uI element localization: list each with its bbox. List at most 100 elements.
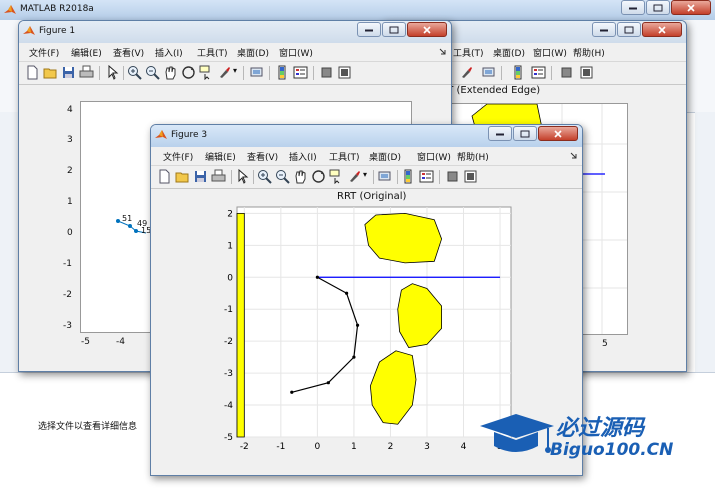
figure1-menu-tools[interactable]: 工具(T)	[197, 46, 228, 59]
figure1-minimize-button[interactable]	[357, 22, 381, 37]
figure1-menu-window[interactable]: 窗口(W)	[279, 46, 313, 59]
figure1-ytick: -1	[63, 259, 72, 269]
y-tick-label: -1	[224, 305, 233, 315]
figure2-maximize-button[interactable]	[617, 22, 641, 37]
figure3-titlebar[interactable]: Figure 3	[151, 125, 582, 147]
brush-dropdown-icon[interactable]: ▾	[233, 66, 237, 75]
pan-icon[interactable]	[293, 169, 308, 184]
figure3-maximize-button[interactable]	[513, 126, 537, 141]
figure1-menu-file[interactable]: 文件(F)	[29, 46, 59, 59]
figure2-minimize-button[interactable]	[592, 22, 616, 37]
open-file-icon[interactable]	[175, 169, 190, 184]
hide-plot-tools-icon[interactable]	[559, 65, 574, 80]
figure3-menu-insert[interactable]: 插入(I)	[289, 150, 317, 163]
pan-icon[interactable]	[163, 65, 178, 80]
zoom-out-icon[interactable]	[145, 65, 160, 80]
figure1-maximize-button[interactable]	[382, 22, 406, 37]
figure1-menu-desktop[interactable]: 桌面(D)	[237, 46, 269, 59]
colorbar-icon[interactable]	[275, 65, 290, 80]
figure3-menu-help[interactable]: 帮助(H)	[457, 150, 489, 163]
maximize-icon	[624, 26, 634, 33]
edit-plot-icon[interactable]	[235, 169, 250, 184]
file-info-text: 选择文件以查看详细信息	[38, 422, 138, 432]
print-icon[interactable]	[211, 169, 226, 184]
toolbar-separator	[99, 66, 100, 80]
matlab-titlebar[interactable]: MATLAB R2018a	[0, 0, 715, 20]
new-figure-icon[interactable]	[157, 169, 172, 184]
toolbar-separator	[123, 66, 124, 80]
toolbar-separator	[269, 66, 270, 80]
matlab-maximize-button[interactable]	[646, 0, 670, 15]
matlab-close-button[interactable]	[671, 0, 711, 15]
brush-icon[interactable]	[217, 65, 232, 80]
figure3-menu-edit[interactable]: 编辑(E)	[205, 150, 236, 163]
colorbar-icon[interactable]	[511, 65, 526, 80]
figure2-close-button[interactable]	[642, 22, 682, 37]
edit-plot-icon[interactable]	[105, 65, 120, 80]
toolbar-separator	[373, 170, 374, 184]
figure2-menu-tools[interactable]: 工具(T)	[453, 46, 484, 59]
zoom-out-icon[interactable]	[275, 169, 290, 184]
new-figure-icon[interactable]	[25, 65, 40, 80]
figure2-menu-window[interactable]: 窗口(W)	[533, 46, 567, 59]
figure3-menu-tools[interactable]: 工具(T)	[329, 150, 360, 163]
figure1-ytick: 3	[67, 135, 73, 145]
figure1-ytick: 1	[67, 197, 73, 207]
rotate-3d-icon[interactable]	[311, 169, 326, 184]
hide-plot-tools-icon[interactable]	[445, 169, 460, 184]
rotate-3d-icon[interactable]	[181, 65, 196, 80]
figure1-xtick: -4	[116, 337, 125, 347]
figure3-minimize-button[interactable]	[488, 126, 512, 141]
save-figure-icon[interactable]	[193, 169, 208, 184]
show-plot-tools-icon[interactable]	[463, 169, 478, 184]
matlab-minimize-button[interactable]	[621, 0, 645, 15]
brush-icon[interactable]	[459, 65, 474, 80]
figure2-menu-help[interactable]: 帮助(H)	[573, 46, 605, 59]
figure1-menubar: 文件(F) 编辑(E) 查看(V) 插入(I) 工具(T) 桌面(D) 窗口(W…	[19, 43, 451, 62]
watermark-url: Biguo100.CN	[550, 440, 674, 460]
open-file-icon[interactable]	[43, 65, 58, 80]
print-icon[interactable]	[79, 65, 94, 80]
link-plot-icon[interactable]	[377, 169, 392, 184]
figure1-close-button[interactable]	[407, 22, 447, 37]
legend-icon[interactable]	[531, 65, 546, 80]
data-cursor-icon[interactable]	[199, 65, 214, 80]
figure1-ytick: -2	[63, 290, 72, 300]
legend-icon[interactable]	[293, 65, 308, 80]
show-plot-tools-icon[interactable]	[337, 65, 352, 80]
figure3-menu-window[interactable]: 窗口(W)	[417, 150, 451, 163]
zoom-in-icon[interactable]	[257, 169, 272, 184]
figure1-menu-insert[interactable]: 插入(I)	[155, 46, 183, 59]
obstacle-polygon	[236, 212, 245, 438]
link-plot-icon[interactable]	[249, 65, 264, 80]
figure3-menu-desktop[interactable]: 桌面(D)	[369, 150, 401, 163]
maximize-icon	[653, 4, 663, 11]
figure1-title: Figure 1	[39, 26, 76, 36]
figure1-titlebar[interactable]: Figure 1	[19, 21, 451, 43]
legend-icon[interactable]	[419, 169, 434, 184]
figure1-menu-view[interactable]: 查看(V)	[113, 46, 144, 59]
figure1-menu-edit[interactable]: 编辑(E)	[71, 46, 102, 59]
y-tick-label: -3	[224, 369, 233, 379]
figure3-menu-file[interactable]: 文件(F)	[163, 150, 193, 163]
data-cursor-icon[interactable]	[329, 169, 344, 184]
brush-icon[interactable]	[347, 169, 362, 184]
figure3-close-button[interactable]	[538, 126, 578, 141]
print-figure-icon[interactable]	[481, 65, 496, 80]
x-tick-label: -2	[240, 442, 249, 452]
colorbar-icon[interactable]	[401, 169, 416, 184]
zoom-in-icon[interactable]	[127, 65, 142, 80]
hide-plot-tools-icon[interactable]	[319, 65, 334, 80]
brush-dropdown-icon[interactable]: ▾	[363, 170, 367, 179]
figure3-menu-view[interactable]: 查看(V)	[247, 150, 278, 163]
figure2-menu-desktop[interactable]: 桌面(D)	[493, 46, 525, 59]
dock-arrow-icon[interactable]	[439, 48, 446, 55]
figure1-xtick: -5	[81, 337, 90, 347]
show-plot-tools-icon[interactable]	[579, 65, 594, 80]
save-figure-icon[interactable]	[61, 65, 76, 80]
figure-icon	[23, 26, 35, 35]
tree-node	[315, 275, 319, 279]
dock-arrow-icon[interactable]	[570, 152, 577, 159]
toolbar-separator	[551, 66, 552, 80]
close-icon	[554, 129, 562, 138]
